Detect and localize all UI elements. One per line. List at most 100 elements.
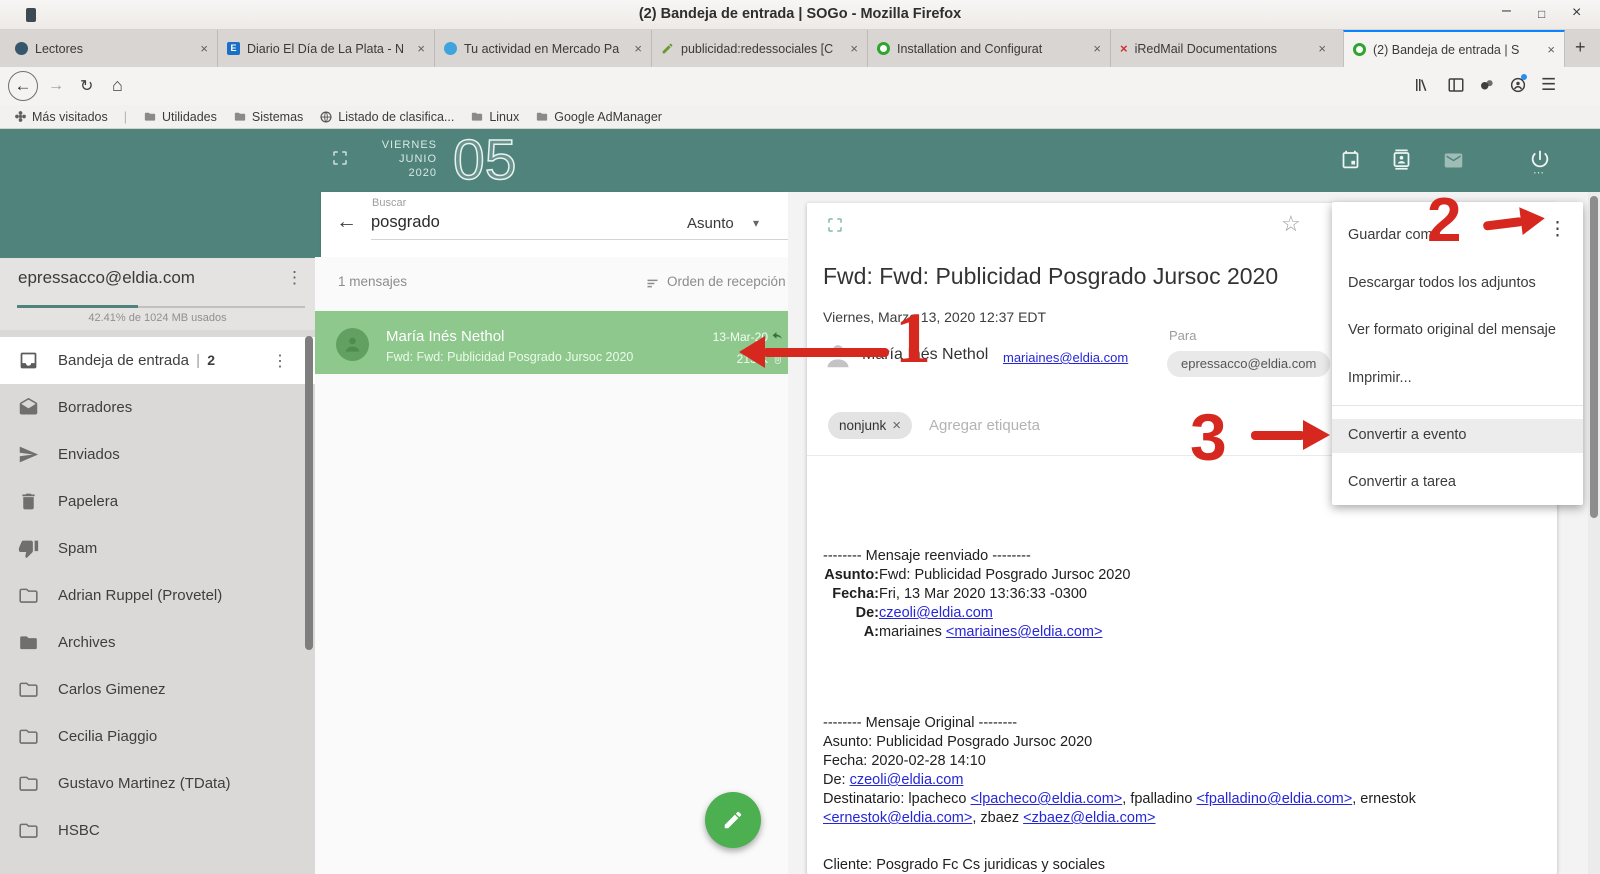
tab-lectores[interactable]: Lectores × [6,30,217,67]
bookmark-admanager[interactable]: Google AdManager [535,110,662,124]
add-tag-placeholder[interactable]: Agregar etiqueta [929,417,1040,434]
minimize-button[interactable]: – [1502,2,1511,20]
email-link[interactable]: czeoli@eldia.com [879,605,993,621]
sidebar-item-gustavo-martinez[interactable]: Gustavo Martinez (TData) [0,760,315,807]
tab-close-icon[interactable]: × [417,41,425,56]
folder-list: Bandeja de entrada | 2 ⋮ Borradores Envi… [0,330,315,874]
new-tab-button[interactable]: + [1575,37,1586,58]
body-line: Fecha:Fri, 13 Mar 2020 13:36:33 -0300 [823,585,1537,604]
body-line: <ernestok@eldia.com>, zbaez <zbaez@eldia… [823,809,1537,828]
sidebar-item-drafts[interactable]: Borradores [0,384,315,431]
calendar-icon[interactable] [1340,149,1361,170]
email-link[interactable]: <zbaez@eldia.com> [1023,810,1155,826]
tab-installation[interactable]: Installation and Configurat × [867,30,1110,67]
email-link[interactable]: <fpalladino@eldia.com> [1196,791,1352,807]
recipient-chip[interactable]: epressacco@eldia.com [1167,351,1330,377]
account-badge-icon[interactable] [1509,76,1527,94]
mail-account-section[interactable]: epressacco@eldia.com ⋮ 42.41% de 1024 MB… [0,258,315,330]
tab-close-icon[interactable]: × [1547,42,1555,57]
replied-icon [771,330,784,343]
menu-item-convert-task[interactable]: Convertir a tarea [1348,474,1456,490]
sidebar-item-inbox[interactable]: Bandeja de entrada | 2 ⋮ [0,337,315,384]
body-line: Asunto:Fwd: Publicidad Posgrado Jursoc 2… [823,566,1537,585]
sidebar-item-cecilia-piaggio[interactable]: Cecilia Piaggio [0,713,315,760]
compose-fab-button[interactable] [705,792,761,848]
contacts-icon[interactable] [1391,149,1412,170]
bookmark-linux[interactable]: Linux [470,110,519,124]
back-button[interactable]: ← [8,71,38,101]
sidebar-item-spam[interactable]: Spam [0,525,315,572]
star-flag-icon[interactable]: ☆ [1281,211,1301,237]
menu-item-convert-event[interactable]: Convertir a evento [1332,419,1583,453]
sender-email-link[interactable]: mariaines@eldia.com [1003,350,1128,365]
message-row[interactable]: María Inés Nethol Fwd: Fwd: Publicidad P… [315,311,788,374]
bookmark-listado[interactable]: Listado de clasifica... [319,110,454,124]
folder-menu-kebab-icon[interactable]: ⋮ [272,351,288,371]
bookmark-sistemas[interactable]: Sistemas [233,110,303,124]
body-line: A:mariaines <mariaines@eldia.com> [823,623,1537,642]
folder-label: Archives [58,634,116,651]
sidebar-item-adrian-ruppel[interactable]: Adrian Ruppel (Provetel) [0,572,315,619]
avatar-person-icon [343,335,362,354]
folder-label: Borradores [58,399,132,416]
sort-order-label[interactable]: Orden de recepción [667,274,786,289]
tab-etherpad[interactable]: publicidad:redessociales [C × [651,30,867,67]
reload-button[interactable]: ↻ [80,76,93,96]
library-icon[interactable] [1413,76,1431,94]
tab-favicon-icon [1353,43,1366,56]
sidebar-scrollbar[interactable] [305,336,313,650]
account-menu-kebab-icon[interactable]: ⋮ [286,268,303,288]
search-back-icon[interactable]: ← [336,210,357,234]
message-search-input[interactable] [371,213,621,232]
menu-item-print[interactable]: Imprimir... [1348,370,1412,386]
tab-label: (2) Bandeja de entrada | S [1373,43,1540,57]
sidebar-item-hsbc[interactable]: HSBC [0,807,315,854]
sort-icon[interactable] [645,276,660,291]
tab-close-icon[interactable]: × [1318,41,1326,56]
tab-mercadopago[interactable]: Tu actividad en Mercado Pa × [434,30,651,67]
trash-icon [18,491,39,512]
sidebars-icon[interactable] [1447,76,1465,94]
expand-icon[interactable] [331,149,349,167]
email-link[interactable]: czeoli@eldia.com [850,772,964,788]
tab-sogo-active[interactable]: (2) Bandeja de entrada | S × [1343,30,1565,67]
close-window-button[interactable]: × [1572,4,1581,22]
sidebar-item-archives[interactable]: Archives [0,619,315,666]
tab-eldia[interactable]: E Diario El Día de La Plata - N × [217,30,434,67]
home-button[interactable]: ⌂ [112,75,123,96]
folder-icon [143,110,157,123]
bookmark-label: Google AdManager [554,110,662,124]
forward-button[interactable]: → [48,77,64,95]
email-link[interactable]: <lpacheco@eldia.com> [971,791,1123,807]
sidebar-item-trash[interactable]: Papelera [0,478,315,525]
bookmark-most-visited[interactable]: Más visitados [14,110,108,124]
menu-hamburger-icon[interactable]: ☰ [1541,75,1556,95]
tab-close-icon[interactable]: × [200,41,208,56]
sidebar-item-carlos-gimenez[interactable]: Carlos Gimenez [0,666,315,713]
content-scrollbar-thumb[interactable] [1590,196,1598,518]
search-scope-select[interactable]: Asunto [687,215,734,232]
quota-bar-used [17,305,138,308]
bookmark-utilidades[interactable]: Utilidades [143,110,217,124]
menu-item-download-attachments[interactable]: Descargar todos los adjuntos [1348,275,1536,291]
expand-message-icon[interactable] [826,216,844,234]
tag-chip[interactable]: nonjunk × [828,412,912,439]
extension-icon[interactable] [1478,76,1496,94]
tab-iredmail[interactable]: × iRedMail Documentations × [1110,30,1335,67]
sidebar-item-sent[interactable]: Enviados [0,431,315,478]
message-kebab-icon[interactable]: ⋮ [1548,218,1567,241]
mail-icon[interactable] [1443,150,1464,171]
chevron-down-icon[interactable]: ▾ [753,216,759,230]
inbox-icon [18,350,39,371]
tab-favicon-icon [661,42,674,55]
field-value: Destinatario: lpacheco [823,791,971,807]
tab-close-icon[interactable]: × [850,41,858,56]
email-link[interactable]: <ernestok@eldia.com> [823,810,972,826]
body-line: Fecha: 2020-02-28 14:10 [823,752,1537,771]
menu-item-view-source[interactable]: Ver formato original del mensaje [1348,322,1556,338]
email-link[interactable]: <mariaines@eldia.com> [946,624,1103,640]
tab-close-icon[interactable]: × [634,41,642,56]
maximize-button[interactable]: □ [1538,7,1545,21]
tab-close-icon[interactable]: × [1093,41,1101,56]
tag-close-icon[interactable]: × [892,417,901,434]
